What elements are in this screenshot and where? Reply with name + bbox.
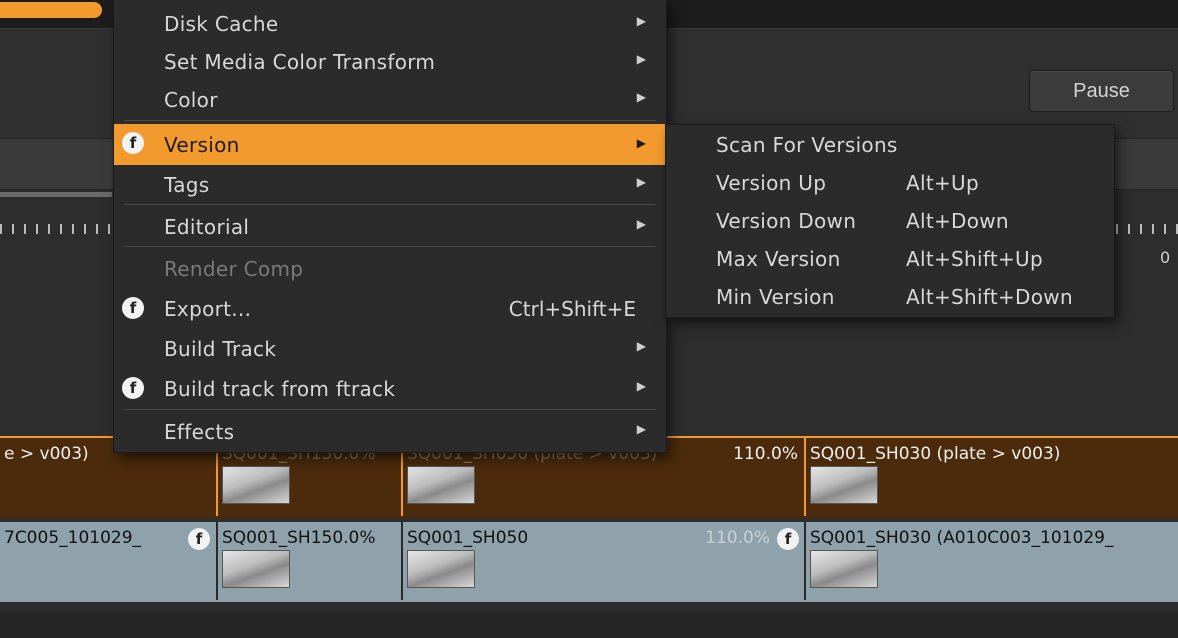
zoom-slider[interactable] (0, 192, 112, 197)
chevron-right-icon: ▶ (636, 422, 646, 436)
ftrack-icon: f (122, 377, 144, 399)
menu-item-set-media-color-transform[interactable]: Set Media Color Transform ▶ (114, 42, 666, 80)
pause-button[interactable]: Pause (1029, 70, 1174, 112)
ftrack-icon: f (188, 528, 210, 550)
chevron-right-icon: ▶ (636, 175, 646, 189)
menu-item-effects[interactable]: Effects ▶ (114, 412, 666, 450)
submenu-item-shortcut: Alt+Shift+Down (906, 285, 1073, 309)
submenu-item-shortcut: Alt+Shift+Up (906, 247, 1043, 271)
chevron-right-icon: ▶ (636, 217, 646, 231)
clip-label: 7C005_101029_ (4, 528, 142, 548)
menu-item-label: Build Track (164, 337, 277, 361)
clip-thumbnail (810, 466, 878, 504)
status-bar (0, 612, 1178, 638)
chevron-right-icon: ▶ (636, 339, 646, 353)
clip-thumbnail (222, 466, 290, 504)
clip[interactable]: SQ001_SH030 (A010C003_101029_ (806, 522, 1178, 600)
clip-speed: 110.0% (705, 528, 770, 548)
menu-item-label: Export... (164, 297, 252, 321)
ftrack-icon: f (777, 528, 799, 550)
menu-item-label: Editorial (164, 215, 250, 239)
clip-label: SQ001_SH050 (407, 528, 529, 548)
context-menu: Disk Cache ▶ Set Media Color Transform ▶… (114, 0, 666, 452)
chevron-right-icon: ▶ (636, 14, 646, 28)
submenu-item-shortcut: Alt+Down (906, 209, 1009, 233)
menu-item-editorial[interactable]: Editorial ▶ (114, 207, 666, 245)
ruler-zero-label: 0 (1160, 248, 1171, 267)
clip[interactable]: SQ001_SH050 110.0% f (403, 522, 806, 600)
chevron-right-icon: ▶ (636, 379, 646, 393)
menu-item-label: Color (164, 88, 218, 112)
menu-item-label: Build track from ftrack (164, 377, 396, 401)
clip-label: SQ001_SH150.0% (222, 528, 376, 548)
menu-item-version[interactable]: f Version ▶ (114, 124, 666, 165)
submenu-item-min-version[interactable]: Min Version Alt+Shift+Down (666, 277, 1114, 315)
menu-item-label: Version (164, 133, 240, 157)
menu-item-export[interactable]: f Export... Ctrl+Shift+E (114, 289, 666, 327)
menu-item-tags[interactable]: Tags ▶ (114, 165, 666, 203)
chevron-right-icon: ▶ (636, 90, 646, 104)
clip[interactable]: SQ001_SH030 (plate > v003) (806, 438, 1178, 516)
clip-label: e > v003) (4, 444, 89, 464)
chevron-right-icon: ▶ (636, 136, 646, 150)
submenu-item-label: Scan For Versions (716, 133, 898, 157)
ftrack-icon: f (122, 297, 144, 319)
chevron-right-icon: ▶ (636, 52, 646, 66)
submenu-item-label: Version Down (716, 209, 857, 233)
menu-item-disk-cache[interactable]: Disk Cache ▶ (114, 4, 666, 42)
clip-thumbnail (407, 550, 475, 588)
clip-thumbnail (407, 466, 475, 504)
submenu-item-scan-for-versions[interactable]: Scan For Versions (666, 125, 1114, 163)
menu-item-shortcut: Ctrl+Shift+E (508, 297, 636, 321)
submenu-item-label: Max Version (716, 247, 841, 271)
clip-label: SQ001_SH030 (plate > v003) (810, 444, 1061, 464)
menu-separator (124, 204, 656, 205)
clip-thumbnail (810, 550, 878, 588)
submenu-item-version-down[interactable]: Version Down Alt+Down (666, 201, 1114, 239)
menu-item-label: Effects (164, 420, 235, 444)
version-submenu: Scan For Versions Version Up Alt+Up Vers… (666, 125, 1114, 317)
clip-speed: 110.0% (733, 444, 798, 464)
menu-item-render-comp: Render Comp (114, 249, 666, 287)
clip-label: SQ001_SH030 (A010C003_101029_ (810, 528, 1114, 548)
clip[interactable]: SQ001_SH150.0% (218, 522, 403, 600)
menu-item-color[interactable]: Color ▶ (114, 80, 666, 118)
menu-item-build-track-from-ftrack[interactable]: f Build track from ftrack ▶ (114, 369, 666, 407)
submenu-item-max-version[interactable]: Max Version Alt+Shift+Up (666, 239, 1114, 277)
submenu-item-label: Version Up (716, 171, 827, 195)
progress-indicator (0, 2, 102, 18)
submenu-item-version-up[interactable]: Version Up Alt+Up (666, 163, 1114, 201)
menu-separator (124, 246, 656, 247)
ftrack-icon: f (122, 132, 144, 154)
video-track-bottom: 7C005_101029_ f SQ001_SH150.0% SQ001_SH0… (0, 522, 1178, 602)
menu-item-label: Render Comp (164, 257, 304, 281)
menu-item-label: Tags (164, 173, 210, 197)
menu-separator (124, 409, 656, 410)
menu-item-build-track[interactable]: Build Track ▶ (114, 329, 666, 367)
menu-item-label: Set Media Color Transform (164, 50, 436, 74)
submenu-item-shortcut: Alt+Up (906, 171, 979, 195)
menu-separator (124, 120, 656, 121)
clip-thumbnail (222, 550, 290, 588)
clip[interactable]: 7C005_101029_ f (0, 522, 218, 600)
submenu-item-label: Min Version (716, 285, 835, 309)
menu-item-label: Disk Cache (164, 12, 279, 36)
